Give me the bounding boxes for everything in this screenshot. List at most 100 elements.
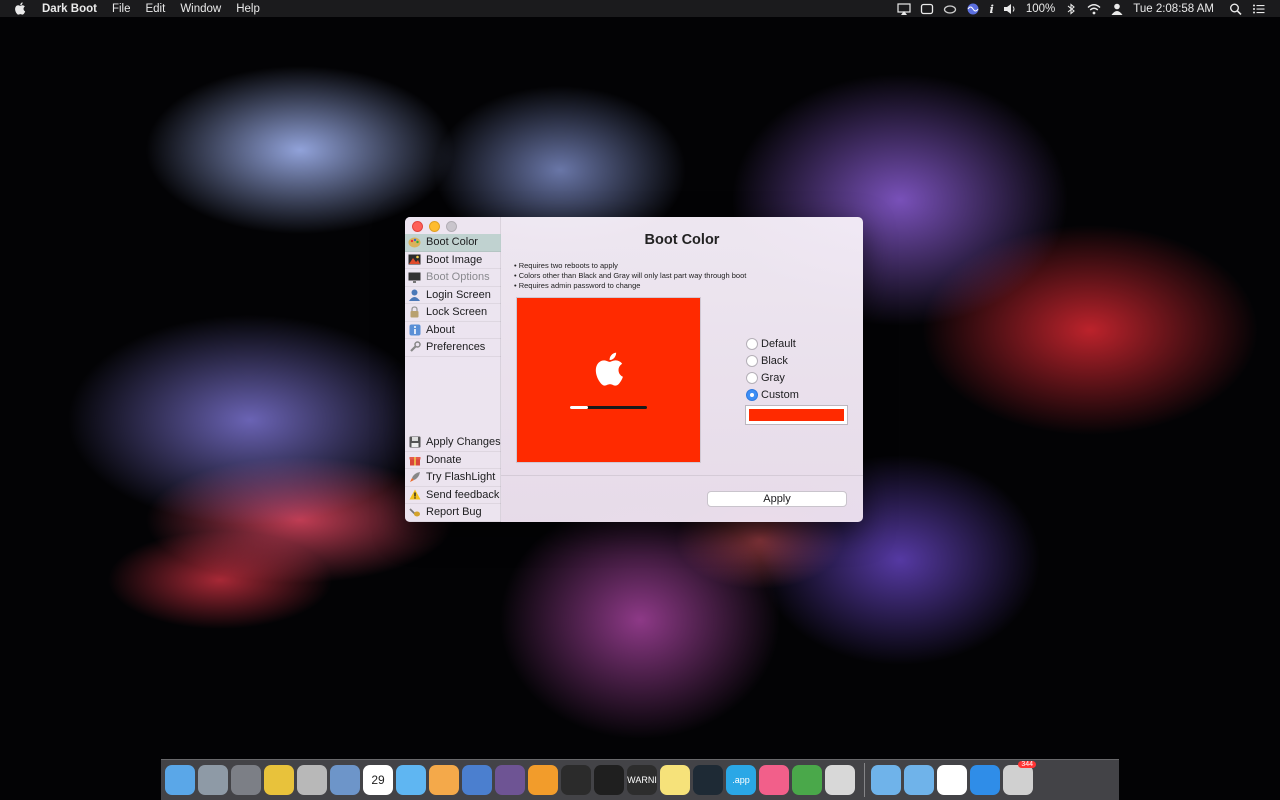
- sidebar-item-label: Try FlashLight: [426, 471, 496, 484]
- siri-icon[interactable]: [966, 3, 980, 15]
- atom-icon[interactable]: [693, 765, 723, 795]
- radio-button[interactable]: [746, 354, 758, 367]
- radio-custom[interactable]: Custom: [746, 386, 799, 403]
- activity-monitor-icon[interactable]: [561, 765, 591, 795]
- notes-icon[interactable]: [660, 765, 690, 795]
- system-preferences-icon[interactable]: [231, 765, 261, 795]
- custom-color-well[interactable]: [745, 405, 848, 425]
- battery-text[interactable]: 100%: [1026, 3, 1055, 15]
- notification-center-icon[interactable]: [1252, 3, 1266, 15]
- radio-button[interactable]: [746, 371, 758, 384]
- radio-label: Default: [761, 337, 796, 350]
- lock-icon: [408, 306, 421, 319]
- radio-label: Black: [761, 354, 788, 367]
- display-app-icon[interactable]: [825, 765, 855, 795]
- itunes-icon[interactable]: [759, 765, 789, 795]
- leaf-icon[interactable]: [792, 765, 822, 795]
- applications-folder-icon[interactable]: [871, 765, 901, 795]
- sidebar-item-lock-screen[interactable]: Lock Screen: [405, 304, 501, 322]
- edit-menu[interactable]: Edit: [145, 3, 165, 15]
- display-icon[interactable]: [920, 3, 934, 15]
- sidebar-item-label: Report Bug: [426, 506, 482, 519]
- preview-icon[interactable]: [330, 765, 360, 795]
- apply-button[interactable]: Apply: [707, 491, 847, 507]
- console-icon[interactable]: WARNI: [627, 765, 657, 795]
- sidebar-item-boot-color[interactable]: Boot Color: [405, 234, 501, 252]
- dock-icon-label: .app: [732, 775, 750, 785]
- airplay-icon[interactable]: [897, 2, 912, 15]
- app-store-icon[interactable]: [970, 765, 1000, 795]
- window-menu[interactable]: Window: [180, 3, 221, 15]
- user-icon: [408, 288, 421, 301]
- minimize-window-button[interactable]: [429, 221, 440, 232]
- chrome-icon[interactable]: [264, 765, 294, 795]
- radio-label: Gray: [761, 371, 785, 384]
- creative-cloud-icon[interactable]: [943, 3, 957, 15]
- disk-utility-icon[interactable]: [297, 765, 327, 795]
- info-icon[interactable]: i: [989, 2, 993, 16]
- sidebar: Boot Color Boot Image Boot Options Login…: [405, 217, 501, 522]
- file-menu[interactable]: File: [112, 3, 131, 15]
- sidebar-item-login-screen[interactable]: Login Screen: [405, 287, 501, 304]
- downloads-folder-icon[interactable]: [904, 765, 934, 795]
- clock-text[interactable]: Tue 2:08:58 AM: [1133, 3, 1214, 15]
- menu-bar: Dark Boot File Edit Window Help i 100% T…: [0, 0, 1280, 17]
- sidebar-item-boot-image[interactable]: Boot Image: [405, 252, 501, 269]
- dock-separator: [864, 763, 865, 797]
- zoom-window-button[interactable]: [446, 221, 457, 232]
- divider: [501, 475, 863, 476]
- trash-icon[interactable]: 344: [1003, 761, 1036, 795]
- radio-button-selected[interactable]: [746, 388, 758, 401]
- sidebar-item-about[interactable]: About: [405, 322, 501, 339]
- sidebar-item-label: Boot Color: [426, 236, 478, 249]
- dock: 29 WARNI .app 344: [161, 759, 1119, 800]
- close-window-button[interactable]: [412, 221, 423, 232]
- radio-black[interactable]: Black: [746, 352, 799, 369]
- sublime-text-icon[interactable]: [528, 765, 558, 795]
- sidebar-item-apply-changes[interactable]: Apply Changes: [405, 434, 501, 452]
- user-icon[interactable]: [1110, 3, 1124, 15]
- help-menu[interactable]: Help: [236, 3, 260, 15]
- sidebar-item-label: Lock Screen: [426, 306, 488, 319]
- radio-gray[interactable]: Gray: [746, 369, 799, 386]
- app-menu[interactable]: Dark Boot: [42, 3, 97, 15]
- terminal-icon[interactable]: [594, 765, 624, 795]
- wifi-icon[interactable]: [1087, 3, 1101, 15]
- sidebar-item-donate[interactable]: Donate: [405, 452, 501, 469]
- sidebar-item-try-flashlight[interactable]: Try FlashLight: [405, 469, 501, 487]
- finder-icon[interactable]: [165, 765, 195, 795]
- sidebar-item-send-feedback[interactable]: Send feedback: [405, 487, 501, 504]
- boot-progress-fill: [570, 406, 588, 409]
- sidebar-item-label: Apply Changes: [426, 436, 501, 449]
- volume-icon[interactable]: [1003, 3, 1017, 15]
- sidebar-item-preferences[interactable]: Preferences: [405, 339, 501, 357]
- note-line: • Colors other than Black and Gray will …: [514, 271, 747, 280]
- bluetooth-icon[interactable]: [1064, 2, 1078, 15]
- calendar-icon[interactable]: 29: [363, 765, 393, 795]
- sidebar-item-report-bug[interactable]: Report Bug: [405, 504, 501, 522]
- color-option-group: Default Black Gray Custom: [746, 335, 799, 403]
- apple-menu-icon[interactable]: [14, 2, 28, 16]
- launchpad-icon[interactable]: [198, 765, 228, 795]
- gift-icon: [408, 453, 421, 466]
- xcode-icon[interactable]: [462, 765, 492, 795]
- radio-default[interactable]: Default: [746, 335, 799, 352]
- chrome-doc-icon[interactable]: [937, 765, 967, 795]
- spotlight-icon[interactable]: [1229, 3, 1243, 15]
- note-line: • Requires admin password to change: [514, 281, 641, 290]
- dark-boot-window: Boot Color Boot Image Boot Options Login…: [405, 217, 863, 522]
- sidebar-nav: Boot Color Boot Image Boot Options Login…: [405, 234, 501, 357]
- requirements-notes: • Requires two reboots to apply • Colors…: [514, 261, 746, 291]
- photos-icon[interactable]: [429, 765, 459, 795]
- radio-button[interactable]: [746, 337, 758, 350]
- dock-icon-label: 29: [371, 773, 385, 787]
- rocket-icon: [408, 471, 421, 484]
- display-icon: [408, 271, 421, 284]
- sidebar-item-boot-options[interactable]: Boot Options: [405, 269, 501, 287]
- messages-icon[interactable]: [396, 765, 426, 795]
- github-desktop-icon[interactable]: [495, 765, 525, 795]
- sidebar-item-label: Preferences: [426, 341, 486, 354]
- sidebar-item-label: Donate: [426, 453, 462, 466]
- app-icon[interactable]: .app: [726, 765, 756, 795]
- dock-badge: 344: [1018, 761, 1036, 768]
